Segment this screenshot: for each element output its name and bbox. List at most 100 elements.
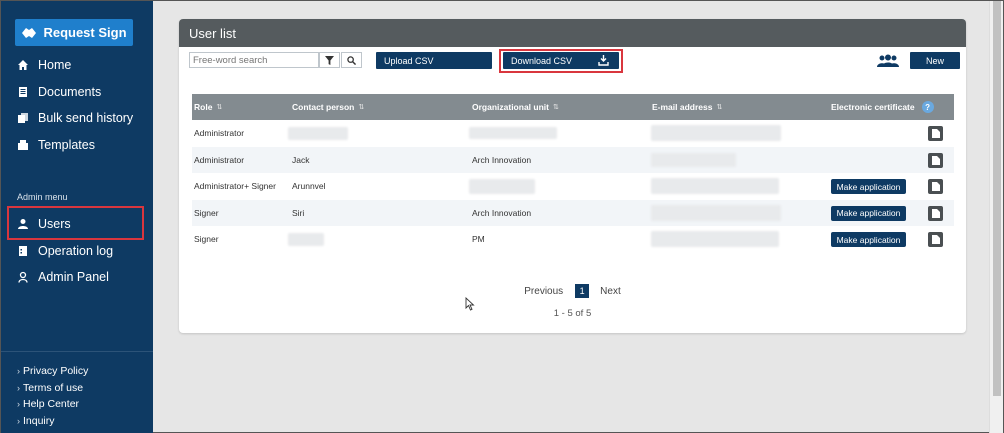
make-application-button[interactable]: Make application: [831, 179, 906, 194]
org-cell: Arch Innovation: [472, 154, 532, 165]
redacted-email: [651, 125, 781, 141]
column-header-org[interactable]: Organizational unit ⇅: [472, 102, 559, 112]
role-cell: Signer: [194, 207, 219, 218]
admin-menu-label: Admin menu: [17, 192, 68, 202]
mouse-cursor-icon: [465, 297, 475, 311]
nav-item-operation-log[interactable]: Operation log: [1, 238, 153, 265]
redacted-contact: [288, 127, 348, 140]
document-icon: [931, 235, 940, 244]
document-button[interactable]: [928, 205, 943, 221]
sidebar-divider: [1, 351, 153, 352]
role-cell: Administrator: [194, 128, 245, 139]
org-cell: PM: [472, 234, 485, 245]
nav-item-documents[interactable]: Documents: [1, 79, 153, 106]
role-cell: Administrator+ Signer: [194, 181, 276, 192]
chevron-right-icon: ›: [17, 399, 20, 410]
privacy-policy-link[interactable]: › Privacy Policy: [17, 363, 88, 380]
document-button[interactable]: [928, 232, 943, 247]
redacted-email: [651, 204, 781, 221]
request-sign-button[interactable]: Request Sign: [15, 19, 133, 46]
table-row: Administrator+ Signer Arunnvel Make appl…: [192, 173, 954, 200]
column-header-email[interactable]: E-mail address ⇅: [652, 102, 722, 112]
help-icon[interactable]: ?: [921, 101, 934, 113]
new-button-label: New: [925, 55, 944, 66]
users-group-icon[interactable]: [876, 54, 900, 68]
help-center-link[interactable]: › Help Center: [17, 396, 88, 413]
table-header: Role ⇅ Contact person ⇅ Organizational uni…: [192, 94, 954, 120]
make-application-button[interactable]: Make application: [831, 232, 906, 247]
redacted-org: [469, 127, 557, 139]
user-list-panel: User list Upload CSV Download CSV New Ro…: [179, 19, 966, 333]
nav-item-home[interactable]: Home: [1, 52, 153, 79]
sort-icon: ⇅: [216, 104, 223, 111]
sidebar: Request Sign Home Documents Bulk send hi…: [1, 1, 153, 433]
footer-link-label: Help Center: [23, 398, 80, 411]
nav-item-templates[interactable]: Templates: [1, 132, 153, 159]
search-button[interactable]: [341, 52, 362, 68]
new-user-button[interactable]: New: [910, 52, 960, 69]
templates-icon: [17, 139, 29, 151]
document-button[interactable]: [928, 126, 943, 141]
brand-label: Request Sign: [43, 25, 127, 40]
inquiry-link[interactable]: › Inquiry: [17, 413, 88, 430]
upload-csv-button[interactable]: Upload CSV: [376, 52, 492, 69]
table-row: Administrator: [192, 120, 954, 147]
documents-icon: [17, 86, 29, 98]
redacted-email: [651, 178, 779, 194]
search-icon: [347, 55, 356, 65]
document-icon: [931, 129, 940, 138]
nav-item-bulk-send-history[interactable]: Bulk send history: [1, 105, 153, 132]
nav-item-admin-panel[interactable]: Admin Panel: [1, 264, 153, 291]
contact-cell: Siri: [292, 207, 305, 218]
bulk-send-icon: [17, 112, 29, 124]
search-input[interactable]: [189, 52, 319, 68]
contact-cell: Arunnvel: [292, 181, 326, 192]
pagination: Previous 1 Next: [179, 284, 966, 298]
result-range: 1 - 5 of 5: [553, 308, 592, 319]
redacted-email: [651, 152, 736, 167]
org-cell: Arch Innovation: [472, 207, 532, 218]
document-button[interactable]: [928, 152, 943, 168]
role-cell: Administrator: [194, 154, 245, 165]
column-header-role[interactable]: Role ⇅: [194, 102, 222, 112]
next-page-link[interactable]: Next: [600, 286, 621, 297]
header-label: E-mail address: [652, 102, 713, 112]
chevron-right-icon: ›: [17, 382, 20, 393]
column-header-contact[interactable]: Contact person ⇅: [292, 102, 364, 112]
table-row: Signer Siri Arch Innovation Make applica…: [192, 199, 954, 226]
panel-header: User list: [179, 19, 966, 47]
nav-item-label: Bulk send history: [38, 111, 134, 126]
page-title: User list: [189, 25, 236, 41]
header-label: Role: [194, 102, 213, 112]
nav-item-label: Admin Panel: [38, 270, 109, 285]
scrollbar-thumb[interactable]: [993, 1, 1001, 396]
table-row: Signer PM Make application: [192, 226, 954, 253]
role-cell: Signer: [194, 234, 219, 245]
sort-icon: ⇅: [552, 104, 559, 111]
filter-button[interactable]: [319, 52, 340, 68]
handshake-icon: [22, 27, 37, 38]
contact-cell: Jack: [292, 154, 310, 165]
header-label: Organizational unit: [472, 102, 549, 112]
sort-icon: ⇅: [716, 104, 723, 111]
make-application-button[interactable]: Make application: [831, 205, 906, 221]
redacted-contact: [288, 233, 324, 246]
current-page-button[interactable]: 1: [575, 284, 590, 298]
table-row: Administrator Jack Arch Innovation: [192, 146, 954, 173]
nav-item-label: Home: [38, 58, 72, 73]
chevron-right-icon: ›: [17, 366, 20, 377]
redacted-org: [469, 179, 535, 194]
upload-csv-label: Upload CSV: [384, 55, 434, 66]
users-highlight-box: [7, 206, 144, 240]
nav-item-label: Operation log: [38, 243, 114, 258]
nav-item-label: Templates: [38, 137, 95, 152]
terms-of-use-link[interactable]: › Terms of use: [17, 380, 88, 397]
download-highlight-box: [499, 49, 623, 73]
document-button[interactable]: [928, 179, 943, 194]
document-icon: [931, 155, 940, 165]
footer-link-label: Terms of use: [23, 381, 84, 394]
previous-page-link[interactable]: Previous: [524, 286, 563, 297]
vertical-scrollbar[interactable]: [989, 1, 1003, 433]
home-icon: [17, 59, 29, 71]
footer-link-label: Privacy Policy: [23, 365, 89, 378]
